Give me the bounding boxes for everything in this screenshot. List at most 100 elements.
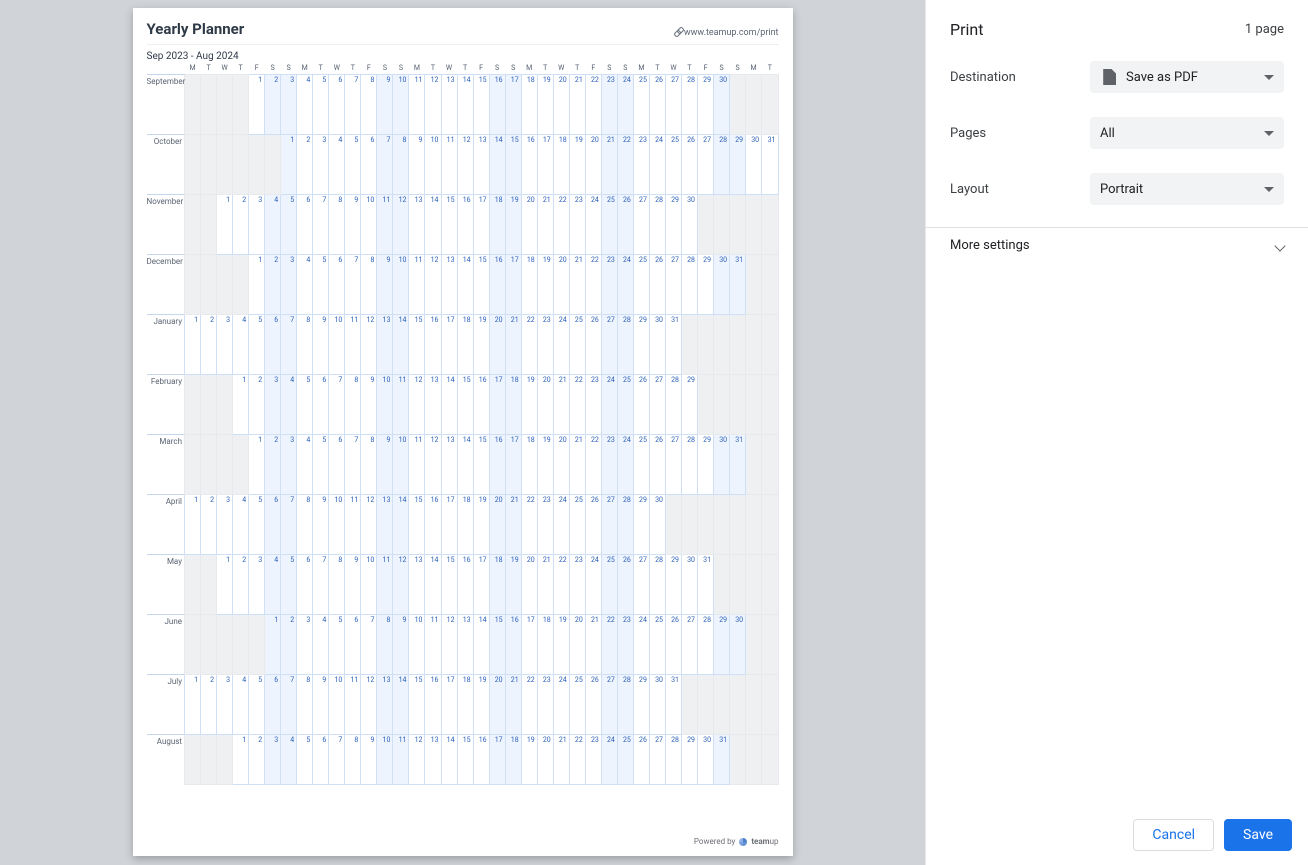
day-cell: 22 [553, 194, 569, 254]
cancel-button[interactable]: Cancel [1133, 819, 1214, 851]
dow-header-cell: T [313, 62, 329, 74]
month-label: May [147, 554, 185, 614]
destination-select[interactable]: Save as PDF [1090, 61, 1284, 93]
day-cell: 11 [393, 374, 409, 434]
day-cell [714, 194, 730, 254]
day-cell: 11 [441, 134, 457, 194]
day-cell: 22 [569, 374, 585, 434]
day-cell [746, 614, 762, 674]
day-cell [762, 74, 778, 134]
month-row: December12345678910111213141516171819202… [147, 254, 779, 314]
day-cell [698, 374, 714, 434]
day-cell [201, 434, 217, 494]
dow-header-cell: M [633, 62, 649, 74]
day-cell: 13 [441, 254, 457, 314]
day-cell: 8 [297, 314, 313, 374]
save-button[interactable]: Save [1224, 819, 1292, 851]
day-cell [249, 134, 265, 194]
day-cell: 15 [473, 434, 489, 494]
day-cell: 1 [233, 734, 249, 784]
day-cell: 21 [553, 374, 569, 434]
pages-select[interactable]: All [1090, 117, 1284, 149]
day-cell: 14 [473, 614, 489, 674]
day-cell: 13 [473, 134, 489, 194]
day-cell: 24 [585, 194, 601, 254]
dow-header-cell: M [746, 62, 762, 74]
day-cell: 28 [617, 494, 633, 554]
day-cell: 4 [233, 314, 249, 374]
day-cell: 1 [233, 374, 249, 434]
day-cell: 7 [345, 434, 361, 494]
day-cell: 7 [361, 614, 377, 674]
day-cell: 25 [617, 734, 633, 784]
day-cell: 9 [313, 314, 329, 374]
print-preview-area[interactable]: Yearly Planner www.teamup.com/print Sep … [0, 0, 925, 865]
day-cell: 10 [329, 494, 345, 554]
day-cell [746, 74, 762, 134]
day-cell: 13 [409, 554, 425, 614]
day-cell: 29 [633, 494, 649, 554]
day-cell: 31 [714, 734, 730, 784]
day-cell: 6 [297, 554, 313, 614]
layout-select[interactable]: Portrait [1090, 173, 1284, 205]
day-cell: 29 [698, 254, 714, 314]
day-cell: 11 [393, 734, 409, 784]
dow-header-cell: F [249, 62, 265, 74]
day-cell: 2 [265, 254, 281, 314]
dow-header-cell: F [361, 62, 377, 74]
day-cell: 2 [233, 194, 249, 254]
day-cell [233, 434, 249, 494]
day-cell: 3 [281, 74, 297, 134]
day-cell: 16 [457, 194, 473, 254]
day-cell [698, 194, 714, 254]
day-cell: 29 [633, 314, 649, 374]
day-cell: 2 [249, 734, 265, 784]
day-cell: 6 [313, 734, 329, 784]
day-cell [714, 554, 730, 614]
day-cell: 15 [457, 734, 473, 784]
day-cell: 28 [617, 674, 633, 734]
day-cell: 1 [217, 554, 233, 614]
day-cell: 7 [345, 254, 361, 314]
day-cell: 26 [585, 314, 601, 374]
day-cell: 27 [665, 74, 681, 134]
day-cell [681, 314, 697, 374]
day-cell: 20 [553, 434, 569, 494]
day-cell: 9 [393, 614, 409, 674]
day-cell: 18 [505, 374, 521, 434]
month-label: February [147, 374, 185, 434]
dow-header-cell: F [473, 62, 489, 74]
day-cell: 16 [489, 254, 505, 314]
panel-buttons: Cancel Save [926, 805, 1308, 865]
day-cell: 16 [425, 314, 441, 374]
day-cell: 30 [714, 254, 730, 314]
day-cell [185, 254, 201, 314]
dow-header-cell: W [665, 62, 681, 74]
more-settings-toggle[interactable]: More settings [926, 228, 1308, 263]
day-cell: 30 [714, 434, 730, 494]
dow-header-cell: W [329, 62, 345, 74]
layout-label: Layout [950, 182, 1090, 197]
day-cell [730, 554, 746, 614]
day-cell: 18 [457, 314, 473, 374]
day-cell: 14 [441, 734, 457, 784]
day-cell: 3 [313, 134, 329, 194]
dow-header-cell: T [201, 62, 217, 74]
day-cell: 8 [361, 434, 377, 494]
preview-header: Yearly Planner www.teamup.com/print [147, 20, 779, 45]
day-cell: 6 [297, 194, 313, 254]
day-cell [746, 374, 762, 434]
day-cell: 23 [585, 374, 601, 434]
day-cell: 30 [714, 74, 730, 134]
day-cell [730, 674, 746, 734]
day-cell: 20 [521, 194, 537, 254]
day-cell: 24 [617, 254, 633, 314]
dow-header-cell: F [585, 62, 601, 74]
month-row: May1234567891011121314151617181920212223… [147, 554, 779, 614]
day-cell: 27 [601, 674, 617, 734]
day-cell: 12 [457, 134, 473, 194]
day-cell: 8 [377, 614, 393, 674]
day-cell: 29 [633, 674, 649, 734]
day-cell [217, 134, 233, 194]
day-cell: 6 [329, 434, 345, 494]
